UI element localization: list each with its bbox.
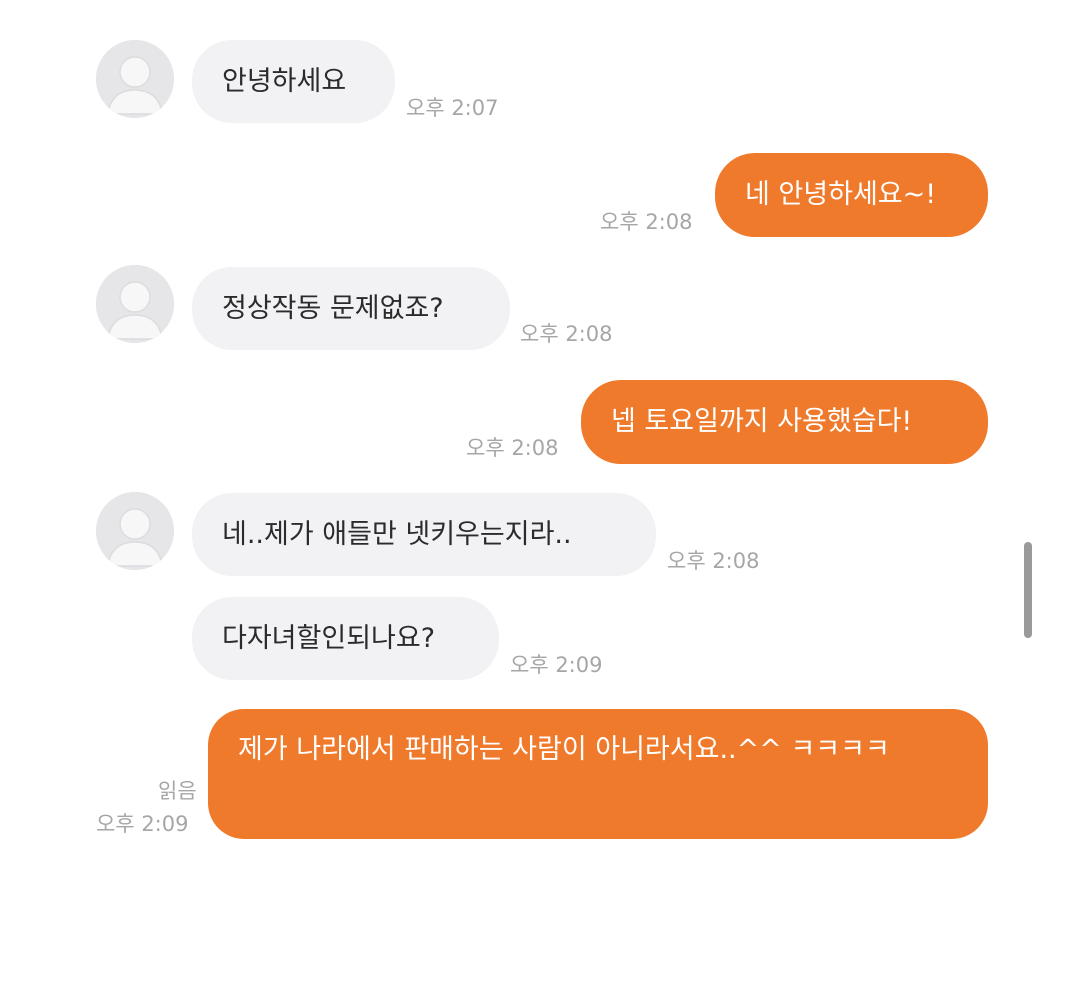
message-text: 정상작동 문제없죠?: [222, 292, 444, 324]
message-bubble-incoming[interactable]: 다자녀할인되나요?: [192, 597, 499, 680]
message-text: 네 안녕하세요~!: [745, 179, 937, 210]
message-timestamp: 오후 2:07: [406, 96, 499, 120]
avatar[interactable]: [96, 40, 174, 118]
avatar[interactable]: [96, 492, 174, 570]
message-text: 제가 나라에서 판매하는 사람이 아니라서요..^^ ㅋㅋㅋㅋ: [238, 734, 890, 765]
default-profile-icon: [96, 265, 174, 343]
message-bubble-incoming[interactable]: 안녕하세요: [192, 40, 395, 123]
default-profile-icon: [96, 40, 174, 118]
message-text: 네..제가 애들만 넷키우는지라..: [222, 518, 572, 550]
message-timestamp: 오후 2:08: [600, 210, 693, 234]
message-text: 넵 토요일까지 사용했습다!: [611, 406, 913, 437]
message-bubble-incoming[interactable]: 정상작동 문제없죠?: [192, 267, 510, 350]
default-profile-icon: [96, 492, 174, 570]
message-text: 다자녀할인되나요?: [222, 622, 436, 654]
message-bubble-outgoing[interactable]: 넵 토요일까지 사용했습다!: [581, 380, 988, 464]
message-bubble-outgoing[interactable]: 네 안녕하세요~!: [715, 153, 988, 237]
chat-log: 안녕하세요 오후 2:07 오후 2:08 네 안녕하세요~! 정상작동 문제없…: [0, 0, 1080, 994]
message-bubble-incoming[interactable]: 네..제가 애들만 넷키우는지라..: [192, 493, 656, 576]
message-timestamp: 오후 2:08: [466, 436, 559, 460]
message-timestamp: 오후 2:08: [520, 322, 613, 346]
message-timestamp: 오후 2:09: [96, 812, 189, 836]
message-bubble-outgoing[interactable]: 제가 나라에서 판매하는 사람이 아니라서요..^^ ㅋㅋㅋㅋ: [208, 709, 988, 839]
message-text: 안녕하세요: [222, 65, 347, 97]
message-timestamp: 오후 2:08: [667, 549, 760, 573]
read-receipt: 읽음: [158, 779, 197, 803]
scrollbar[interactable]: [1024, 542, 1032, 638]
avatar[interactable]: [96, 265, 174, 343]
message-timestamp: 오후 2:09: [510, 653, 603, 677]
